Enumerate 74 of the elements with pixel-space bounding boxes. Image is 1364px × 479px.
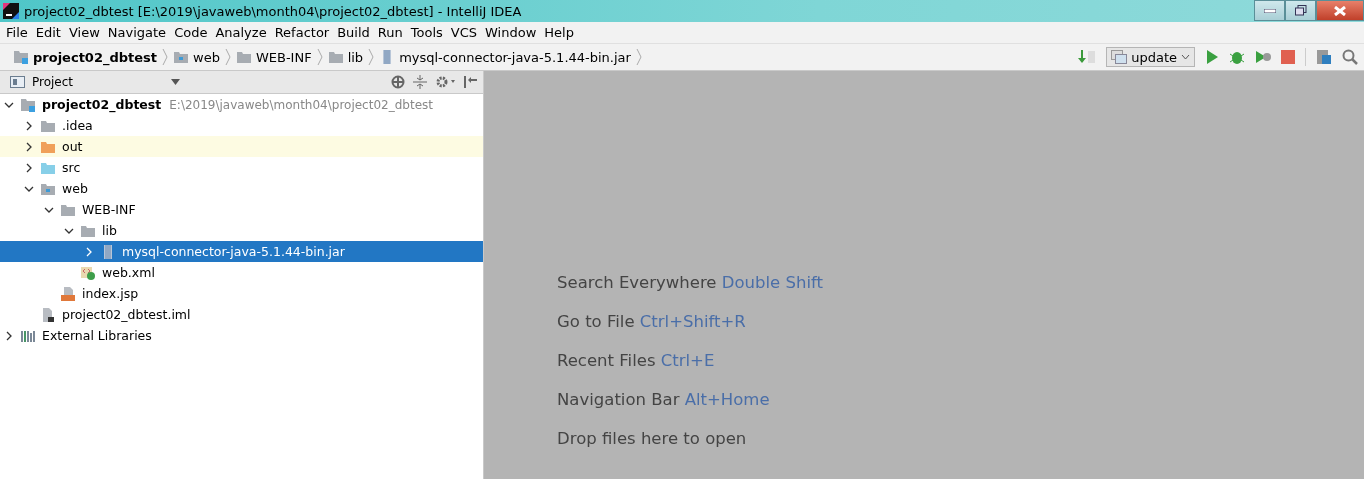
tree-item[interactable]: src <box>0 157 483 178</box>
menu-item[interactable]: Run <box>373 25 407 40</box>
jsp-file-icon <box>60 285 76 302</box>
xml-file-icon <box>80 264 96 281</box>
separator-chevron-icon <box>316 48 323 66</box>
separator-chevron-icon <box>635 48 642 66</box>
bug-icon[interactable] <box>1229 49 1245 65</box>
tree-item[interactable]: out <box>0 136 483 157</box>
project-structure-icon[interactable] <box>1316 49 1332 65</box>
tree-item[interactable]: index.jsp <box>0 283 483 304</box>
module-folder-icon <box>20 96 36 113</box>
menu-item[interactable]: VCS <box>446 25 482 40</box>
run-configuration-dropdown[interactable]: update <box>1106 47 1195 67</box>
menu-item[interactable]: Help <box>540 25 578 40</box>
menu-item[interactable]: Edit <box>31 25 65 40</box>
editor-hint: Drop files here to open <box>557 429 748 449</box>
menu-item[interactable]: Build <box>333 25 374 40</box>
minimize-icon <box>1263 8 1276 13</box>
restore-button[interactable] <box>1285 0 1316 21</box>
hide-panel-icon[interactable] <box>463 75 477 89</box>
menu-item[interactable]: Analyze <box>211 25 271 40</box>
breadcrumb[interactable]: web <box>173 49 220 65</box>
expand-chevron-icon[interactable] <box>24 162 34 173</box>
expand-chevron-icon[interactable] <box>4 330 14 341</box>
sort-icon[interactable] <box>1078 49 1097 65</box>
tree-item[interactable]: External Libraries <box>0 325 483 346</box>
menu-item[interactable]: Code <box>170 25 212 40</box>
close-icon <box>1334 5 1346 16</box>
tree-item[interactable]: project02_dbtest E:\2019\javaweb\month04\project02_dbtest <box>0 94 483 115</box>
project-view-icon <box>10 75 26 89</box>
windows-icon <box>1111 50 1128 64</box>
menu-item[interactable]: Refactor <box>270 25 334 40</box>
folder-icon <box>327 49 344 65</box>
separator-chevron-icon <box>162 48 169 66</box>
editor-hint: Search Everywhere Double Shift <box>557 273 824 293</box>
module-file-icon <box>40 306 56 323</box>
window-title: project02_dbtest [E:\2019\javaweb\month04\project02_dbtest] - IntelliJ IDEA <box>24 3 523 19</box>
module-folder-icon <box>13 49 29 65</box>
breadcrumb[interactable]: lib <box>327 49 364 65</box>
separator-chevron-icon <box>224 48 231 66</box>
menu-item[interactable]: View <box>64 25 104 40</box>
tree-item[interactable]: lib <box>0 220 483 241</box>
folder-icon <box>173 49 190 65</box>
locate-icon[interactable] <box>391 75 405 89</box>
collapse-all-icon[interactable] <box>413 75 427 89</box>
menu-item[interactable]: Window <box>481 25 541 40</box>
search-icon[interactable] <box>1342 49 1358 65</box>
menu-item[interactable]: Navigate <box>103 25 171 40</box>
tree-item[interactable]: web.xml <box>0 262 483 283</box>
run-icon[interactable] <box>1205 49 1219 65</box>
editor-hint: Recent Files Ctrl+E <box>557 351 716 371</box>
tree-item[interactable]: project02_dbtest.iml <box>0 304 483 325</box>
menu-item[interactable]: File <box>2 25 32 40</box>
breadcrumb[interactable]: WEB-INF <box>235 49 312 65</box>
close-button[interactable] <box>1316 0 1364 21</box>
editor-hint: Go to File Ctrl+Shift+R <box>557 312 747 332</box>
gear-icon[interactable] <box>435 75 455 89</box>
expand-chevron-icon[interactable] <box>24 141 34 152</box>
tree-item[interactable]: mysql-connector-java-5.1.44-bin.jar <box>0 241 483 262</box>
breadcrumb[interactable]: project02_dbtest <box>13 49 158 65</box>
folder-icon <box>235 49 252 65</box>
tree-item[interactable]: web <box>0 178 483 199</box>
tree-item[interactable]: WEB-INF <box>0 199 483 220</box>
separator-chevron-icon <box>368 48 375 66</box>
expand-chevron-icon[interactable] <box>24 120 34 131</box>
tree-item[interactable]: .idea <box>0 115 483 136</box>
breadcrumb[interactable]: mysql-connector-java-5.1.44-bin.jar <box>379 49 631 65</box>
app-logo-icon <box>3 3 19 19</box>
minimize-button[interactable] <box>1254 0 1285 21</box>
menu-item[interactable]: Tools <box>406 25 447 40</box>
chevron-down-icon <box>1181 54 1190 60</box>
restore-icon <box>1294 5 1307 16</box>
dropdown-triangle-icon <box>171 79 180 85</box>
editor-hint: Navigation Bar Alt+Home <box>557 390 771 410</box>
